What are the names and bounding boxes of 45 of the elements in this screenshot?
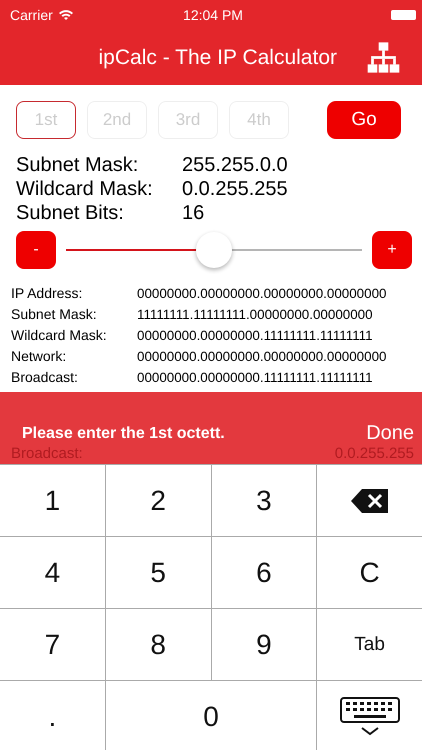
keypad-key[interactable]: 2 (106, 465, 210, 536)
slider-thumb[interactable] (196, 232, 232, 268)
binary-value: 11111111.11111111.00000000.00000000 (137, 306, 374, 324)
keypad-key[interactable]: . (0, 681, 105, 750)
keypad-key[interactable]: 5 (106, 537, 210, 608)
binary-value: 00000000.00000000.00000000.00000000 (137, 348, 386, 366)
binary-label: Network: (11, 347, 68, 366)
app-title: ipCalc - The IP Calculator (98, 46, 337, 70)
keypad-key[interactable]: 8 (106, 609, 210, 680)
keypad-key[interactable]: C (317, 537, 422, 608)
keypad-key[interactable]: Tab (317, 609, 422, 680)
binary-value: 00000000.00000000.11111111.11111111 (137, 327, 374, 345)
keypad-key[interactable]: 1 (0, 465, 105, 536)
binary-value: 00000000.00000000.00000000.00000000 (137, 285, 386, 303)
increase-button[interactable]: + (372, 231, 412, 269)
done-button[interactable]: Done (366, 422, 414, 445)
summary-value: 255.255.0.0 (182, 153, 288, 177)
summary-label: Subnet Bits: (16, 201, 125, 225)
summary-value: 16 (182, 201, 206, 225)
keyboard-hide-icon (340, 696, 400, 736)
keypad-key[interactable]: 9 (212, 609, 316, 680)
keypad-key[interactable]: 4 (0, 537, 105, 608)
summary-label: Wildcard Mask: (16, 177, 154, 201)
network-icon[interactable] (367, 41, 400, 74)
summary-label: Subnet Mask: (16, 153, 140, 177)
backspace-key[interactable] (317, 465, 422, 536)
hide-keyboard-key[interactable] (317, 681, 422, 750)
backspace-icon (350, 488, 390, 514)
clock-time: 12:04 PM (183, 7, 243, 23)
wifi-icon (58, 9, 74, 21)
battery-icon (391, 10, 416, 20)
decrease-button[interactable]: - (16, 231, 56, 269)
binary-label: Broadcast: (11, 368, 79, 387)
binary-label: Subnet Mask: (11, 305, 98, 324)
summary-value: 0.0.255.255 (182, 177, 288, 201)
binary-value: 00000000.00000000.11111111.11111111 (137, 369, 374, 387)
carrier-label: Carrier (10, 7, 53, 23)
binary-label: IP Address: (11, 284, 84, 303)
prompt-message: Please enter the 1st octett. (22, 424, 225, 442)
keypad-key[interactable]: 6 (212, 537, 316, 608)
keypad-key[interactable]: 7 (0, 609, 105, 680)
keypad-key[interactable]: 0 (106, 681, 316, 750)
go-button[interactable]: Go (327, 101, 401, 139)
keypad-key[interactable]: 3 (212, 465, 316, 536)
binary-label: Wildcard Mask: (11, 326, 108, 345)
